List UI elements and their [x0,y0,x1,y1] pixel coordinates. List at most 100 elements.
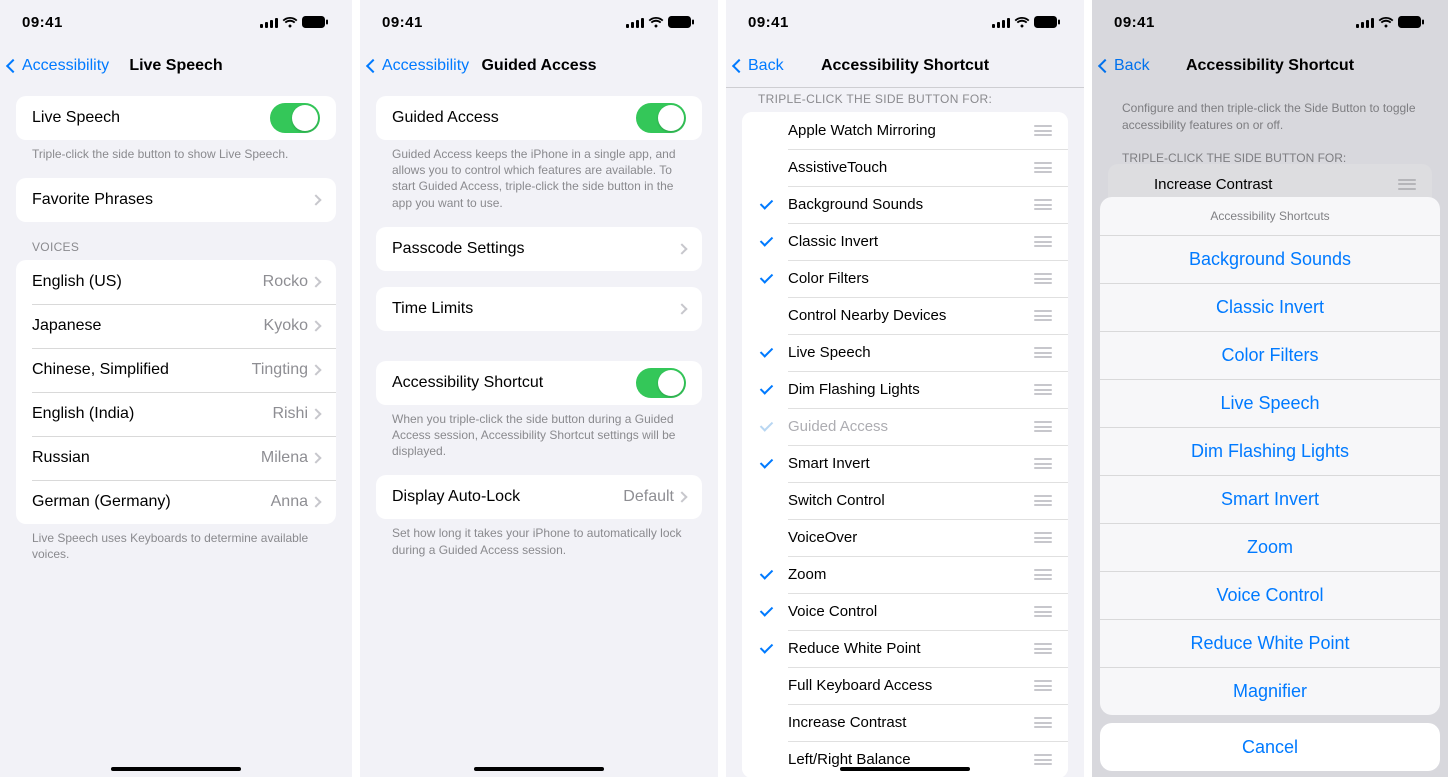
shortcut-label: VoiceOver [788,529,1034,546]
action-sheet-item[interactable]: Dim Flashing Lights [1100,427,1440,475]
favorite-phrases-row[interactable]: Favorite Phrases [16,178,336,222]
shortcut-row[interactable]: Voice Control [742,593,1068,630]
home-indicator [840,767,970,772]
drag-handle-icon[interactable] [1034,643,1052,654]
home-indicator [111,767,241,772]
toggle-on-icon[interactable] [270,103,320,133]
shortcut-row[interactable]: Classic Invert [742,223,1068,260]
chevron-right-icon [310,277,321,288]
voice-lang: English (US) [32,273,263,291]
voice-row[interactable]: Russian Milena [16,436,336,480]
action-sheet-item[interactable]: Zoom [1100,523,1440,571]
back-button[interactable]: Accessibility [8,57,109,75]
drag-handle-icon[interactable] [1034,606,1052,617]
shortcut-row[interactable]: Background Sounds [742,186,1068,223]
back-button[interactable]: Back [734,57,784,75]
shortcut-row[interactable]: Zoom [742,556,1068,593]
drag-handle-icon[interactable] [1034,717,1052,728]
accessibility-shortcut-toggle-row[interactable]: Accessibility Shortcut [376,361,702,405]
checkmark-icon [758,605,778,619]
guided-access-toggle-row[interactable]: Guided Access [376,96,702,140]
battery-icon [302,16,328,28]
drag-handle-icon[interactable] [1034,384,1052,395]
drag-handle-icon[interactable] [1034,569,1052,580]
voice-row[interactable]: English (India) Rishi [16,392,336,436]
display-autolock-row[interactable]: Display Auto-Lock Default [376,475,702,519]
shortcut-row[interactable]: Smart Invert [742,445,1068,482]
chevron-right-icon [310,195,321,206]
drag-handle-icon[interactable] [1034,458,1052,469]
action-sheet-item[interactable]: Live Speech [1100,379,1440,427]
chevron-right-icon [310,321,321,332]
voice-name: Milena [261,449,308,467]
chevron-right-icon [310,453,321,464]
shortcut-row[interactable]: Full Keyboard Access [742,667,1068,704]
drag-handle-icon[interactable] [1034,754,1052,765]
action-sheet-item[interactable]: Classic Invert [1100,283,1440,331]
checkmark-icon [758,272,778,286]
shortcut-label: Classic Invert [788,233,1034,250]
checkmark-icon [758,235,778,249]
chevron-left-icon [732,58,746,72]
shortcut-row[interactable]: Increase Contrast [742,704,1068,741]
checkmark-icon [758,420,778,434]
shortcut-label: Zoom [788,566,1034,583]
voice-lang: English (India) [32,405,272,423]
voice-row[interactable]: Japanese Kyoko [16,304,336,348]
cancel-button[interactable]: Cancel [1100,723,1440,771]
voice-lang: Japanese [32,317,264,335]
live-speech-hint: Triple-click the side button to show Liv… [16,140,336,162]
drag-handle-icon[interactable] [1034,273,1052,284]
shortcut-row[interactable]: Reduce White Point [742,630,1068,667]
drag-handle-icon[interactable] [1034,532,1052,543]
action-sheet-item[interactable]: Background Sounds [1100,235,1440,283]
action-sheet-item[interactable]: Reduce White Point [1100,619,1440,667]
shortcut-row[interactable]: AssistiveTouch [742,149,1068,186]
time-limits-row[interactable]: Time Limits [376,287,702,331]
checkmark-icon [758,346,778,360]
drag-handle-icon[interactable] [1034,162,1052,173]
shortcut-row[interactable]: Switch Control [742,482,1068,519]
shortcut-row[interactable]: Dim Flashing Lights [742,371,1068,408]
action-sheet-item[interactable]: Color Filters [1100,331,1440,379]
drag-handle-icon[interactable] [1034,680,1052,691]
drag-handle-icon[interactable] [1034,347,1052,358]
voice-lang: Russian [32,449,261,467]
back-button[interactable]: Accessibility [368,57,469,75]
live-speech-label: Live Speech [32,109,270,127]
drag-handle-icon[interactable] [1034,236,1052,247]
shortcut-label: Full Keyboard Access [788,677,1034,694]
drag-handle-icon[interactable] [1034,495,1052,506]
voice-row[interactable]: Chinese, Simplified Tingting [16,348,336,392]
voice-row[interactable]: English (US) Rocko [16,260,336,304]
live-speech-toggle-row[interactable]: Live Speech [16,96,336,140]
shortcut-row[interactable]: VoiceOver [742,519,1068,556]
status-bar: 09:41 [726,0,1084,44]
shortcut-row[interactable]: Guided Access [742,408,1068,445]
status-bar: 09:41 [360,0,718,44]
nav-bar: Back Accessibility Shortcut [726,44,1084,88]
triple-click-header: TRIPLE-CLICK THE SIDE BUTTON FOR: [726,88,1084,112]
checkmark-icon [758,494,778,508]
voice-row[interactable]: German (Germany) Anna [16,480,336,524]
toggle-on-icon[interactable] [636,103,686,133]
shortcut-row[interactable]: Apple Watch Mirroring [742,112,1068,149]
drag-handle-icon[interactable] [1034,310,1052,321]
action-sheet-item[interactable]: Voice Control [1100,571,1440,619]
passcode-settings-row[interactable]: Passcode Settings [376,227,702,271]
toggle-on-icon[interactable] [636,368,686,398]
drag-handle-icon[interactable] [1034,199,1052,210]
action-sheet-item[interactable]: Magnifier [1100,667,1440,715]
shortcut-row[interactable]: Control Nearby Devices [742,297,1068,334]
drag-handle-icon[interactable] [1034,421,1052,432]
chevron-right-icon [676,303,687,314]
status-icons [260,16,328,28]
shortcut-label: Control Nearby Devices [788,307,1034,324]
shortcut-row[interactable]: Color Filters [742,260,1068,297]
shortcut-row[interactable]: Left/Right Balance [742,741,1068,778]
shortcut-row[interactable]: Live Speech [742,334,1068,371]
action-sheet-item[interactable]: Smart Invert [1100,475,1440,523]
back-label: Accessibility [382,57,469,75]
action-sheet: Accessibility Shortcuts Background Sound… [1100,197,1440,771]
drag-handle-icon[interactable] [1034,125,1052,136]
